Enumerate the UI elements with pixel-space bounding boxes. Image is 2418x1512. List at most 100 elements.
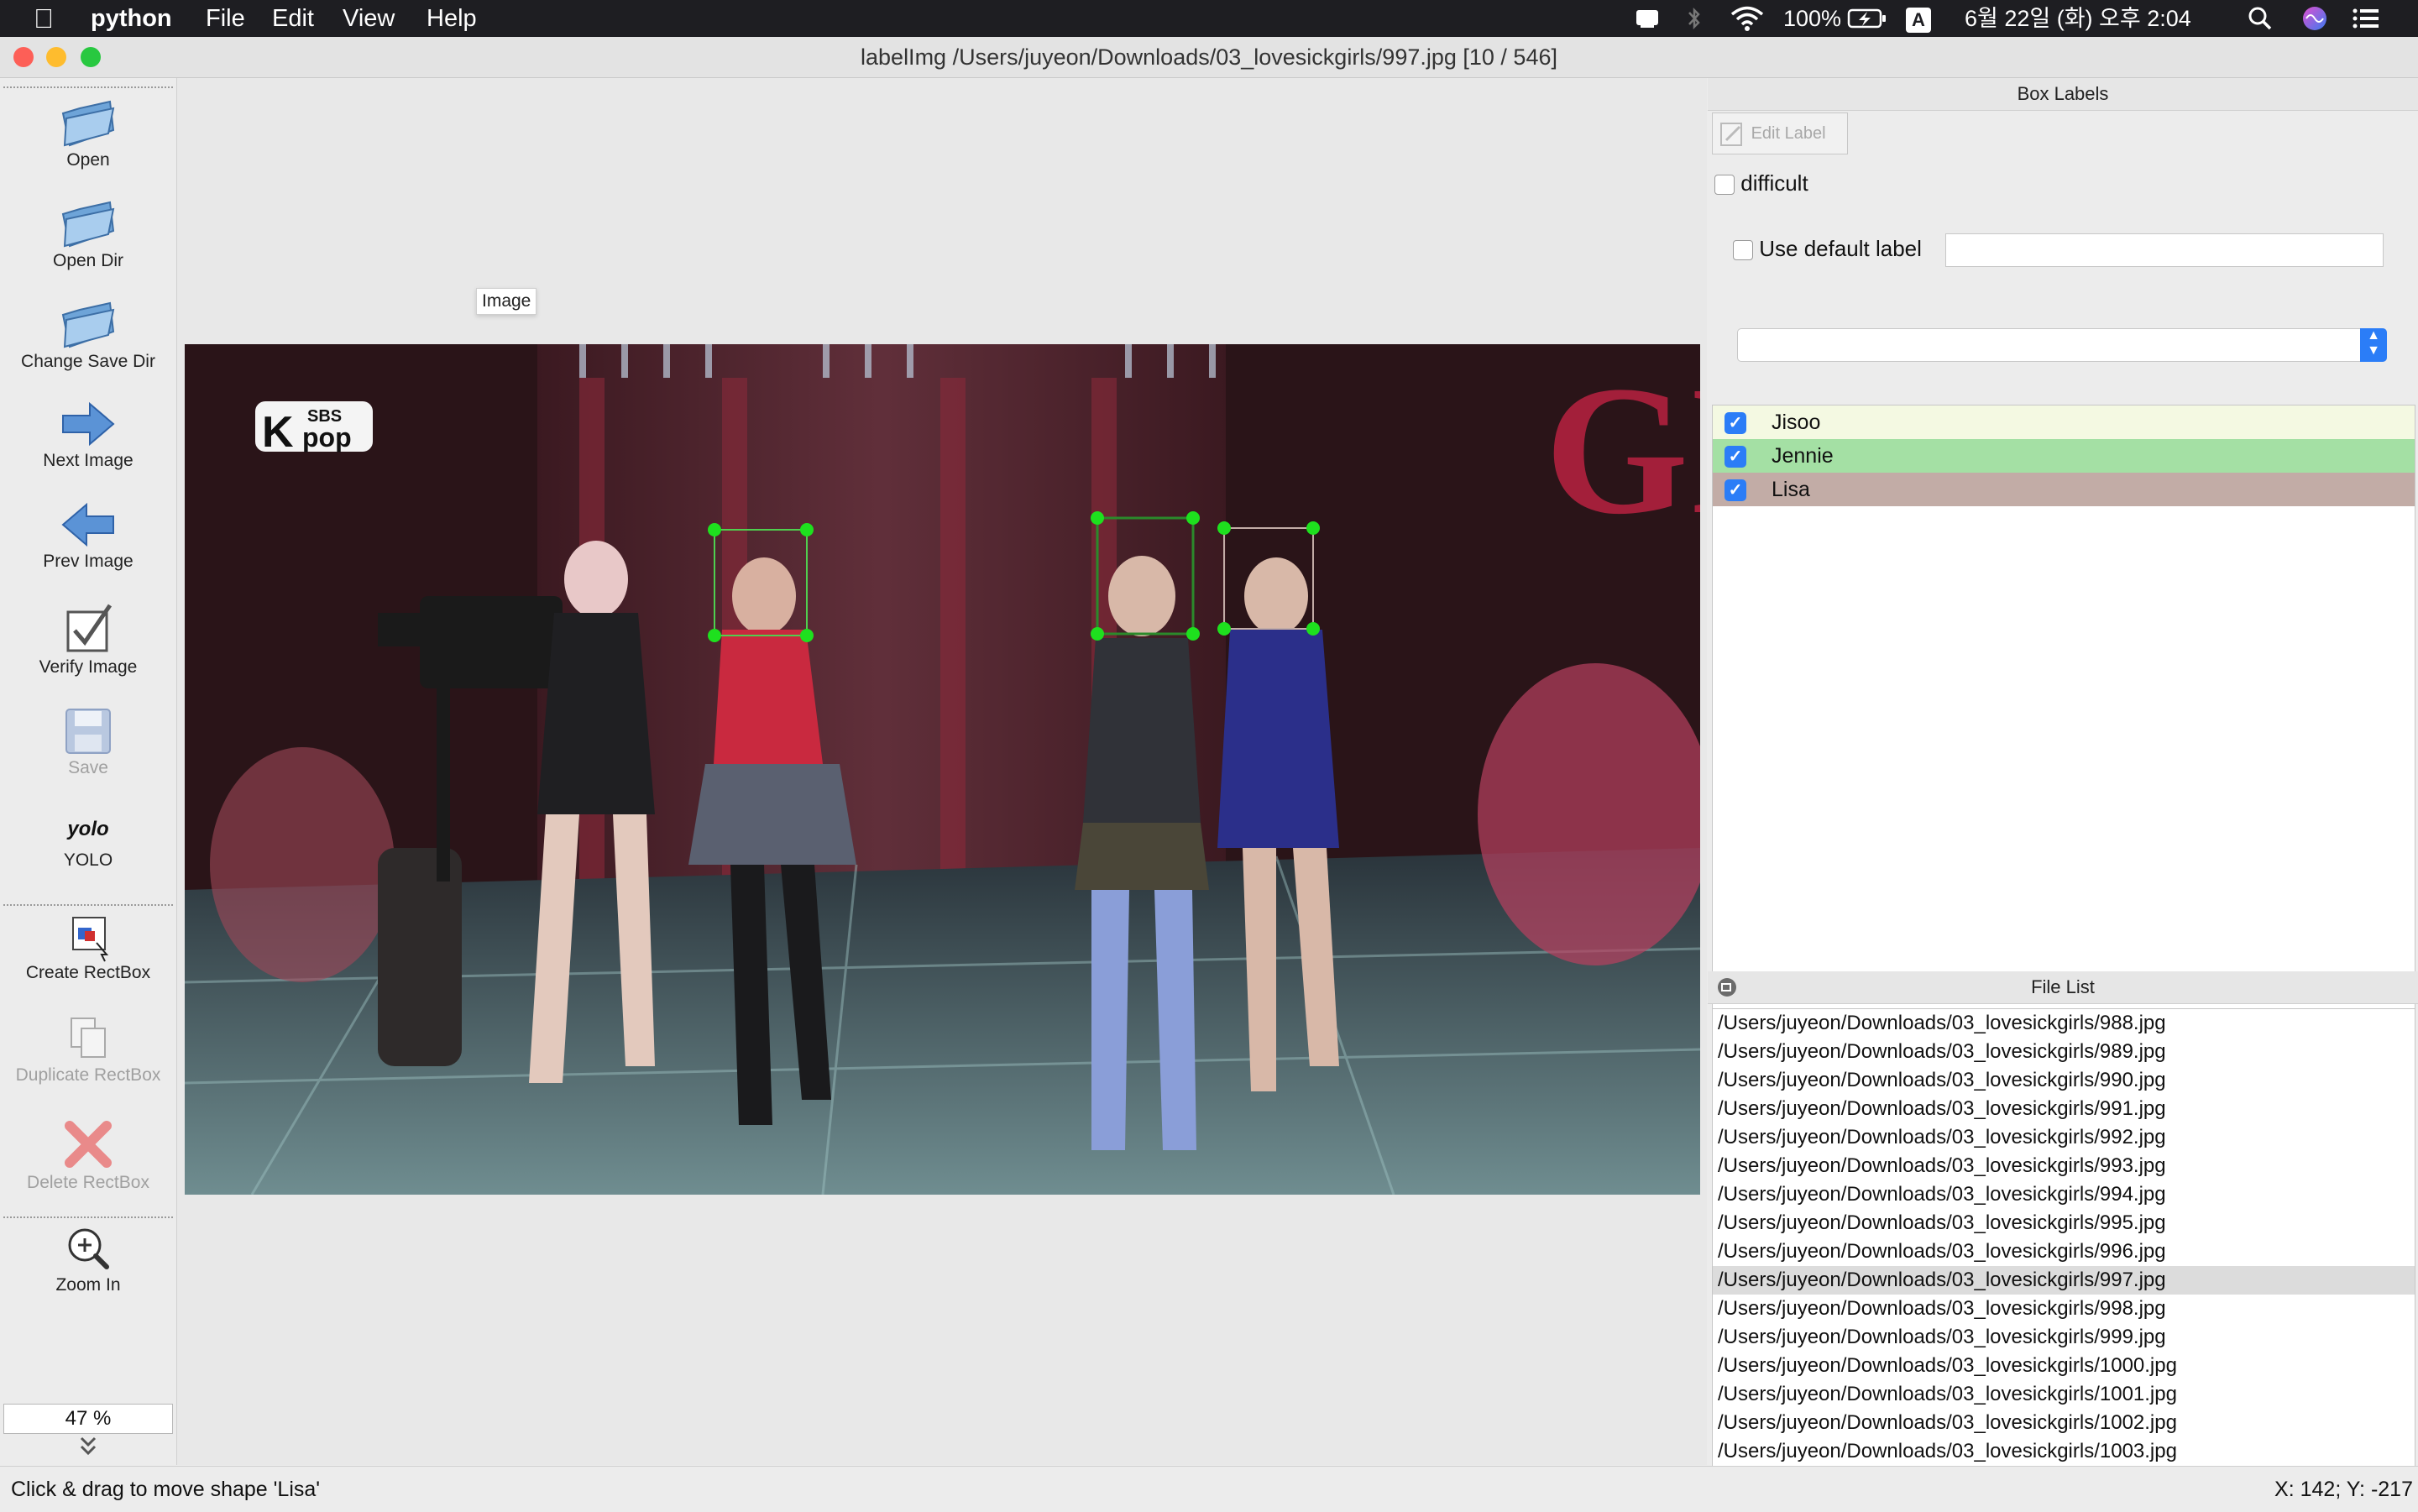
use-default-label-checkbox[interactable]: Use default label (1733, 236, 1922, 262)
label-filter-combobox[interactable]: ▲ ▼ (1737, 328, 2387, 362)
tool-bar: Open Open Dir Change Save Dir Next Image… (0, 78, 177, 1465)
image-canvas[interactable]: Image GI (177, 78, 1707, 1465)
menu-view[interactable]: View (343, 0, 395, 37)
chevron-updown-icon: ▲ ▼ (2360, 328, 2387, 362)
file-list-item[interactable]: /Users/juyeon/Downloads/03_lovesickgirls… (1713, 1209, 2415, 1237)
file-list-item[interactable]: /Users/juyeon/Downloads/03_lovesickgirls… (1713, 1095, 2415, 1123)
file-list-item[interactable]: /Users/juyeon/Downloads/03_lovesickgirls… (1713, 1009, 2415, 1038)
file-list-item[interactable]: /Users/juyeon/Downloads/03_lovesickgirls… (1713, 1380, 2415, 1409)
yolo-label: YOLO (63, 850, 113, 870)
file-list-item-selected[interactable]: /Users/juyeon/Downloads/03_lovesickgirls… (1713, 1266, 2415, 1295)
toolbar-separator (3, 904, 173, 906)
difficult-checkbox-box[interactable] (1714, 175, 1735, 196)
file-list-item[interactable]: /Users/juyeon/Downloads/03_lovesickgirls… (1713, 1180, 2415, 1209)
open-label: Open (66, 150, 110, 170)
label-list-item[interactable]: ✓ Lisa (1713, 473, 2415, 506)
arrow-right-icon (62, 401, 115, 447)
file-list-item[interactable]: /Users/juyeon/Downloads/03_lovesickgirls… (1713, 1066, 2415, 1095)
arrow-left-icon (61, 502, 114, 547)
file-list-item[interactable]: /Users/juyeon/Downloads/03_lovesickgirls… (1713, 1237, 2415, 1266)
open-dir-button[interactable]: Open Dir (0, 197, 176, 271)
create-rectbox-icon (72, 917, 109, 962)
label-list: ✓ Jisoo ✓ Jennie ✓ Lisa (1712, 405, 2415, 1048)
input-source-icon[interactable]: A (1906, 0, 1931, 37)
zoom-in-label: Zoom In (55, 1275, 121, 1295)
label-visible-checkbox[interactable]: ✓ (1725, 412, 1746, 434)
zoom-in-icon (68, 1228, 109, 1269)
open-button[interactable]: Open (0, 97, 176, 170)
input-source-label: A (1906, 7, 1931, 33)
next-image-button[interactable]: Next Image (0, 397, 176, 471)
toolbar-extension-button[interactable] (0, 1433, 176, 1458)
save-button[interactable]: Save (0, 704, 176, 778)
file-list-item[interactable]: /Users/juyeon/Downloads/03_lovesickgirls… (1713, 1409, 2415, 1437)
label-list-item-text: Jisoo (1772, 411, 1821, 434)
duplicate-rectbox-button[interactable]: Duplicate RectBox (0, 1012, 176, 1086)
stage-photo-illustration: GI K SBS pop (185, 344, 1700, 1195)
zoom-value-spinbox[interactable]: 47 % (3, 1404, 173, 1434)
delete-rectbox-button[interactable]: Delete RectBox (0, 1116, 176, 1193)
menu-file[interactable]: File (206, 0, 245, 37)
yolo-format-button[interactable]: yolo YOLO (0, 808, 176, 871)
file-list-item[interactable]: /Users/juyeon/Downloads/03_lovesickgirls… (1713, 1038, 2415, 1066)
menu-edit[interactable]: Edit (272, 0, 314, 37)
verify-image-button[interactable]: Verify Image (0, 600, 176, 678)
create-rectbox-label: Create RectBox (25, 963, 151, 982)
file-list-item[interactable]: /Users/juyeon/Downloads/03_lovesickgirls… (1713, 1152, 2415, 1180)
file-list-item[interactable]: /Users/juyeon/Downloads/03_lovesickgirls… (1713, 1123, 2415, 1152)
use-default-label-checkbox-box[interactable] (1733, 240, 1753, 261)
file-list-item[interactable]: /Users/juyeon/Downloads/03_lovesickgirls… (1713, 1352, 2415, 1380)
open-dir-label: Open Dir (52, 251, 124, 270)
folder-open-icon (61, 100, 115, 147)
bluetooth-icon[interactable] (1686, 0, 1703, 37)
label-list-item[interactable]: ✓ Jisoo (1713, 405, 2415, 439)
spotlight-search-icon[interactable] (2247, 0, 2274, 37)
wifi-icon[interactable] (1730, 0, 1765, 37)
window-title-bar: labelImg /Users/juyeon/Downloads/03_love… (0, 37, 2418, 78)
logo-bottom-text: pop (302, 422, 352, 453)
notification-icon[interactable] (1634, 0, 1662, 37)
prev-image-label: Prev Image (43, 552, 133, 571)
floppy-disk-icon (65, 709, 111, 754)
create-rectbox-button[interactable]: Create RectBox (0, 909, 176, 983)
next-image-label: Next Image (43, 451, 133, 470)
double-chevron-down-icon (80, 1436, 97, 1456)
window-title: labelImg /Users/juyeon/Downloads/03_love… (861, 44, 1557, 70)
file-list-item[interactable]: /Users/juyeon/Downloads/03_lovesickgirls… (1713, 1295, 2415, 1323)
siri-icon[interactable] (2300, 0, 2329, 37)
change-save-dir-button[interactable]: Change Save Dir (0, 298, 176, 372)
default-label-input[interactable] (1945, 233, 2384, 267)
label-list-item-text: Lisa (1772, 478, 1810, 501)
difficult-checkbox[interactable]: difficult (1714, 170, 1808, 196)
file-list-item[interactable]: /Users/juyeon/Downloads/03_lovesickgirls… (1713, 1323, 2415, 1352)
control-center-icon[interactable] (2351, 0, 2381, 37)
battery-percent: 100% (1783, 6, 1842, 31)
status-bar: Click & drag to move shape 'Lisa' X: 142… (0, 1466, 2418, 1512)
dock-float-icon[interactable] (1716, 976, 1738, 998)
menu-bar:  python File Edit View Help 100% A 6월 2… (0, 0, 2418, 37)
broadcast-logo: K SBS pop (255, 401, 373, 457)
label-visible-checkbox[interactable]: ✓ (1725, 479, 1746, 501)
verify-image-label: Verify Image (39, 657, 138, 677)
yolo-icon: yolo (67, 818, 109, 840)
prev-image-button[interactable]: Prev Image (0, 498, 176, 572)
apple-icon[interactable]:  (34, 0, 54, 37)
right-dock-panel: Box Labels Edit Label difficult Use defa… (1708, 78, 2418, 1467)
duplicate-rectbox-label: Duplicate RectBox (15, 1065, 161, 1085)
file-list-item[interactable]: /Users/juyeon/Downloads/03_lovesickgirls… (1713, 1437, 2415, 1466)
edit-icon (1720, 122, 1742, 146)
logo-k: K (262, 408, 294, 457)
menu-help[interactable]: Help (427, 0, 477, 37)
cursor-coordinates: X: 142; Y: -217 (2274, 1478, 2413, 1501)
zoom-in-button[interactable]: Zoom In (0, 1222, 176, 1295)
app-menu[interactable]: python (91, 0, 172, 37)
battery-icon[interactable] (1847, 0, 1887, 37)
toolbar-separator (3, 1216, 173, 1218)
label-list-item[interactable]: ✓ Jennie (1713, 439, 2415, 473)
difficult-label: difficult (1740, 170, 1808, 196)
edit-label-button[interactable]: Edit Label (1712, 112, 1848, 154)
label-visible-checkbox[interactable]: ✓ (1725, 446, 1746, 468)
save-label: Save (68, 758, 108, 777)
clock[interactable]: 6월 22일 (화) 오후 2:04 (1965, 0, 2191, 37)
delete-x-icon (65, 1121, 112, 1168)
